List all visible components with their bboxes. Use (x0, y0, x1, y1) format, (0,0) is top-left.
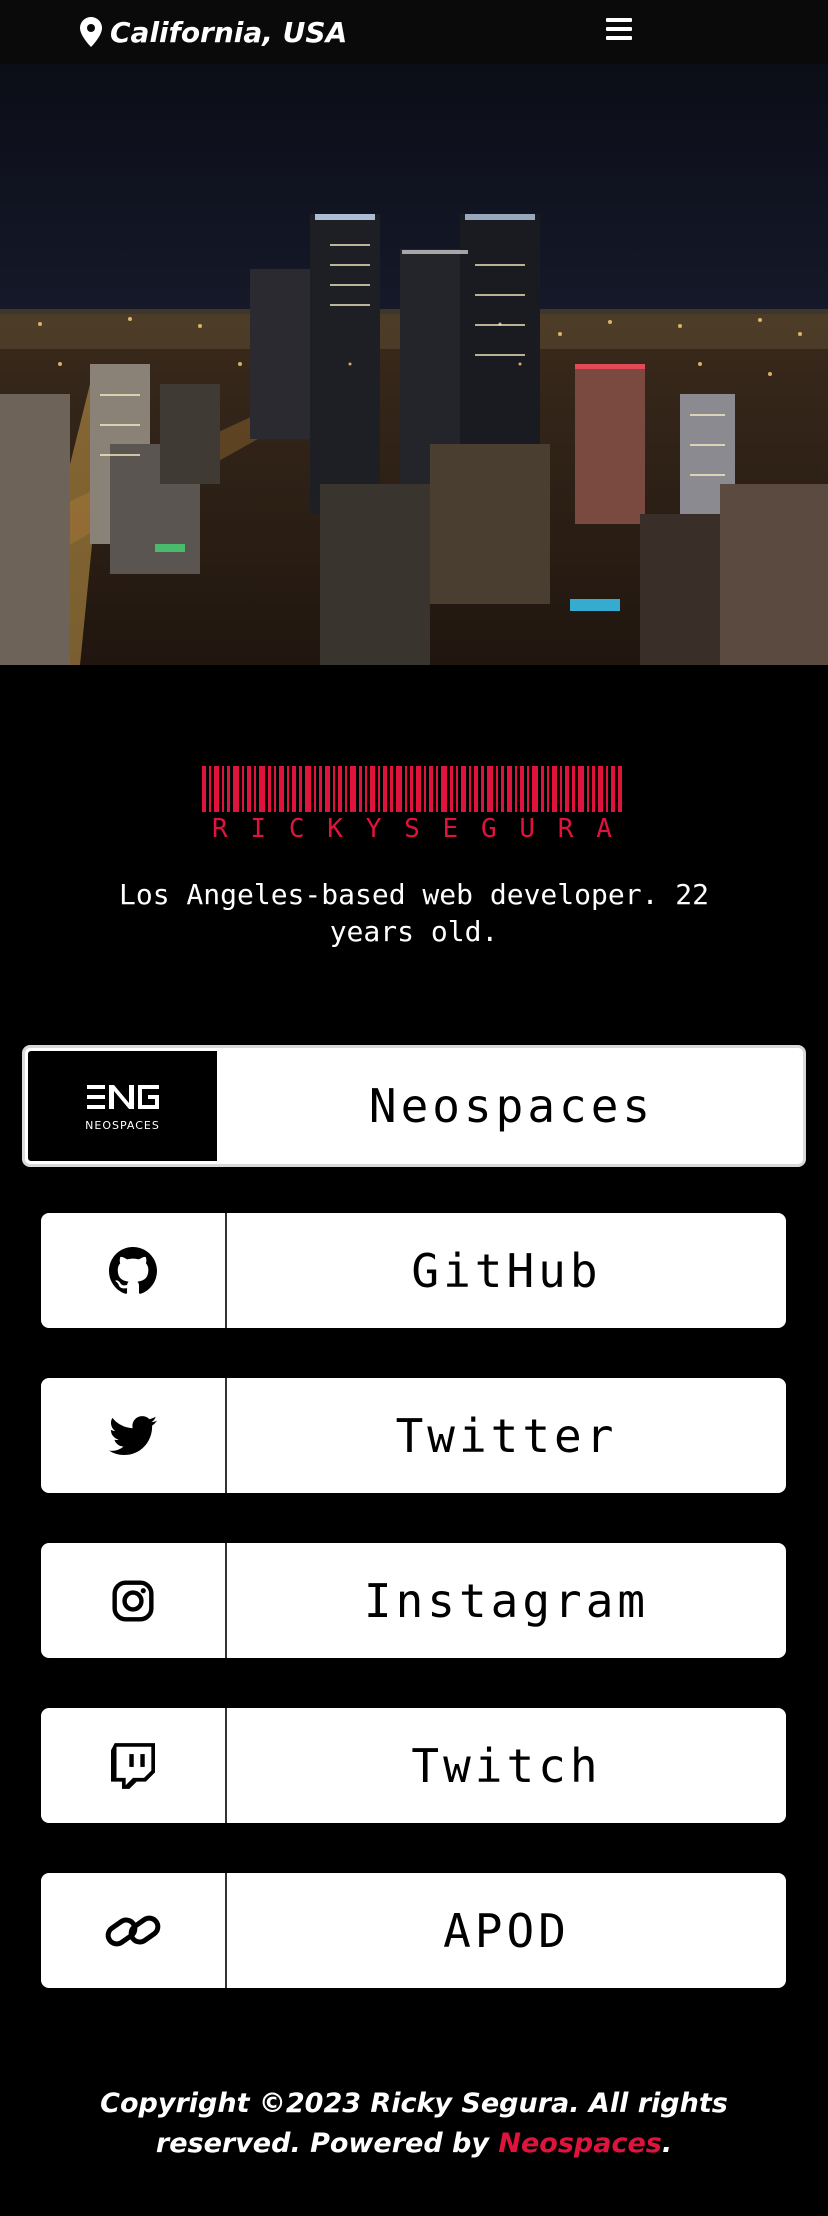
footer: Copyright ©2023 Ricky Segura. All rights… (80, 2084, 748, 2164)
barcode-name: R I C K Y S E G U R A (202, 814, 622, 846)
twitch-icon (41, 1708, 227, 1823)
name-letter: A (596, 814, 612, 844)
tagline: Los Angeles-based web developer. 22 year… (118, 878, 709, 948)
twitter-icon (41, 1378, 227, 1493)
hero-city-image (0, 64, 828, 665)
link-apod[interactable]: APOD (41, 1873, 786, 1988)
link-twitter[interactable]: Twitter (41, 1378, 786, 1493)
link-label: Instagram (363, 1573, 650, 1628)
hamburger-menu-icon[interactable] (606, 18, 634, 42)
link-instagram[interactable]: Instagram (41, 1543, 786, 1658)
name-letter: C (288, 814, 305, 844)
name-letter: I (250, 814, 267, 844)
name-letter: E (442, 814, 459, 844)
link-label: APOD (443, 1903, 570, 1958)
neospaces-mark-icon (86, 1084, 159, 1109)
link-label: Twitch (411, 1738, 602, 1793)
link-label: Twitter (395, 1408, 618, 1463)
name-letter: Y (365, 814, 382, 844)
barcode-logo (202, 766, 622, 812)
link-label: GitHub (411, 1243, 602, 1298)
name-letter: R (557, 814, 574, 844)
footer-neospaces-link[interactable]: Neospaces (498, 2128, 661, 2159)
instagram-icon (41, 1543, 227, 1658)
name-letter: U (519, 814, 536, 844)
top-bar: California, USA (0, 0, 828, 64)
location: California, USA (80, 12, 347, 52)
link-icon (41, 1873, 227, 1988)
map-pin-icon (80, 17, 102, 47)
name-letter: K (327, 814, 343, 844)
neospaces-logo: NEOSPACES (25, 1048, 220, 1164)
footer-period: . (661, 2128, 673, 2159)
name-letter: G (480, 814, 497, 844)
link-twitch[interactable]: Twitch (41, 1708, 786, 1823)
name-letter: R (212, 814, 228, 844)
link-label: Neospaces (368, 1079, 655, 1133)
name-letter: S (404, 814, 420, 844)
github-icon (41, 1213, 227, 1328)
link-github[interactable]: GitHub (41, 1213, 786, 1328)
location-text: California, USA (110, 15, 348, 49)
neospaces-logo-text: NEOSPACES (85, 1118, 160, 1132)
link-neospaces[interactable]: NEOSPACES Neospaces (22, 1045, 806, 1167)
